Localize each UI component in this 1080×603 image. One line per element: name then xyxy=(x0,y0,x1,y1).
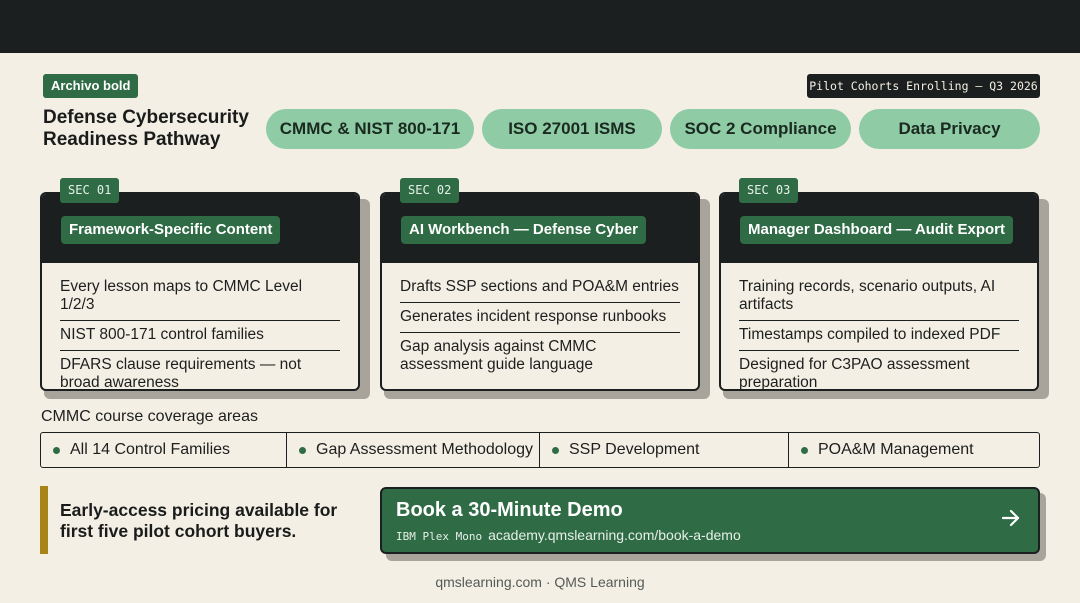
coverage-item-label: POA&M Management xyxy=(818,441,974,458)
bullet-icon xyxy=(552,446,559,454)
sec-tag-02: SEC 02 xyxy=(400,178,460,203)
coverage-item-label: All 14 Control Families xyxy=(70,441,231,458)
brand-tag: Archivo bold xyxy=(43,74,139,98)
card-item: Designed for C3PAO assessment preparatio… xyxy=(739,356,970,391)
card-manager-dashboard: Manager Dashboard — Audit Export Trainin… xyxy=(719,192,1039,391)
coverage-item: All 14 Control Families xyxy=(41,433,287,467)
footer-text: qmslearning.com · QMS Learning xyxy=(435,574,645,590)
card-item: Generates incident response runbooks xyxy=(400,303,680,333)
card-item: Every lesson maps to CMMC Level 1/2/3 xyxy=(60,273,340,321)
card-header: Manager Dashboard — Audit Export xyxy=(721,194,1037,263)
pill-cmmc-nist[interactable]: CMMC & NIST 800-171 xyxy=(266,109,474,149)
pill-soc2[interactable]: SOC 2 Compliance xyxy=(670,109,851,149)
card-framework-content: Framework-Specific Content Every lesson … xyxy=(40,192,360,391)
cta-font-note: IBM Plex Mono xyxy=(396,530,483,543)
arrow-right-icon[interactable] xyxy=(1000,507,1022,529)
card-item: Timestamps compiled to indexed PDF xyxy=(739,321,1019,351)
pill-iso-27001[interactable]: ISO 27001 ISMS xyxy=(482,109,662,149)
promo-text: Early-access pricing available for first… xyxy=(60,500,337,542)
bullet-icon xyxy=(801,446,808,454)
pill-data-privacy[interactable]: Data Privacy xyxy=(859,109,1040,149)
page-title-line1: Defense Cybersecurity xyxy=(43,107,249,128)
page-title-line2: Readiness Pathway xyxy=(43,129,221,150)
coverage-label: CMMC course coverage areas xyxy=(41,408,258,425)
page-title: Defense Cybersecurity Readiness Pathway xyxy=(43,107,249,151)
cta-url[interactable]: academy.qmslearning.com/book-a-demo xyxy=(488,527,741,543)
card-item: Training records, scenario outputs, AI a… xyxy=(739,273,1019,321)
coverage-item-label: SSP Development xyxy=(569,441,700,458)
card-body: Every lesson maps to CMMC Level 1/2/3 NI… xyxy=(42,263,358,391)
pilot-badge: Pilot Cohorts Enrolling — Q3 2026 xyxy=(807,74,1040,98)
sec-tag-01: SEC 01 xyxy=(60,178,120,203)
card-title: Manager Dashboard — Audit Export xyxy=(740,216,1013,244)
card-body: Drafts SSP sections and POA&M entries Ge… xyxy=(382,263,698,380)
card-item: Drafts SSP sections and POA&M entries xyxy=(400,273,680,303)
bullet-icon xyxy=(53,446,60,454)
cta-title: Book a 30-Minute Demo xyxy=(396,499,623,521)
coverage-item: Gap Assessment Methodology xyxy=(287,433,540,467)
coverage-item: POA&M Management xyxy=(789,433,1039,467)
card-title: Framework-Specific Content xyxy=(61,216,281,244)
coverage-bar: All 14 Control Families Gap Assessment M… xyxy=(40,432,1040,468)
card-title: AI Workbench — Defense Cyber xyxy=(401,216,646,244)
bullet-icon xyxy=(299,446,306,454)
coverage-item-label: Gap Assessment Methodology xyxy=(316,441,534,458)
sec-tag-03: SEC 03 xyxy=(739,178,799,203)
card-item: NIST 800-171 control families xyxy=(60,321,340,351)
card-item: DFARS clause requirements — not broad aw… xyxy=(60,356,302,391)
cta-subtitle: IBM Plex Mono academy.qmslearning.com/boo… xyxy=(396,527,741,543)
promo-line1: Early-access pricing available for xyxy=(60,500,338,520)
card-header: AI Workbench — Defense Cyber xyxy=(382,194,698,263)
coverage-item: SSP Development xyxy=(540,433,789,467)
card-body: Training records, scenario outputs, AI a… xyxy=(721,263,1037,391)
top-bar xyxy=(0,0,1080,53)
accent-bar xyxy=(40,486,48,554)
promo-line2: first five pilot cohort buyers. xyxy=(60,521,297,541)
card-item: Gap analysis against CMMC assessment gui… xyxy=(400,338,597,373)
card-ai-workbench: AI Workbench — Defense Cyber Drafts SSP … xyxy=(380,192,700,391)
card-header: Framework-Specific Content xyxy=(42,194,358,263)
book-demo-button[interactable]: Book a 30-Minute Demo IBM Plex Mono acade… xyxy=(380,487,1040,554)
